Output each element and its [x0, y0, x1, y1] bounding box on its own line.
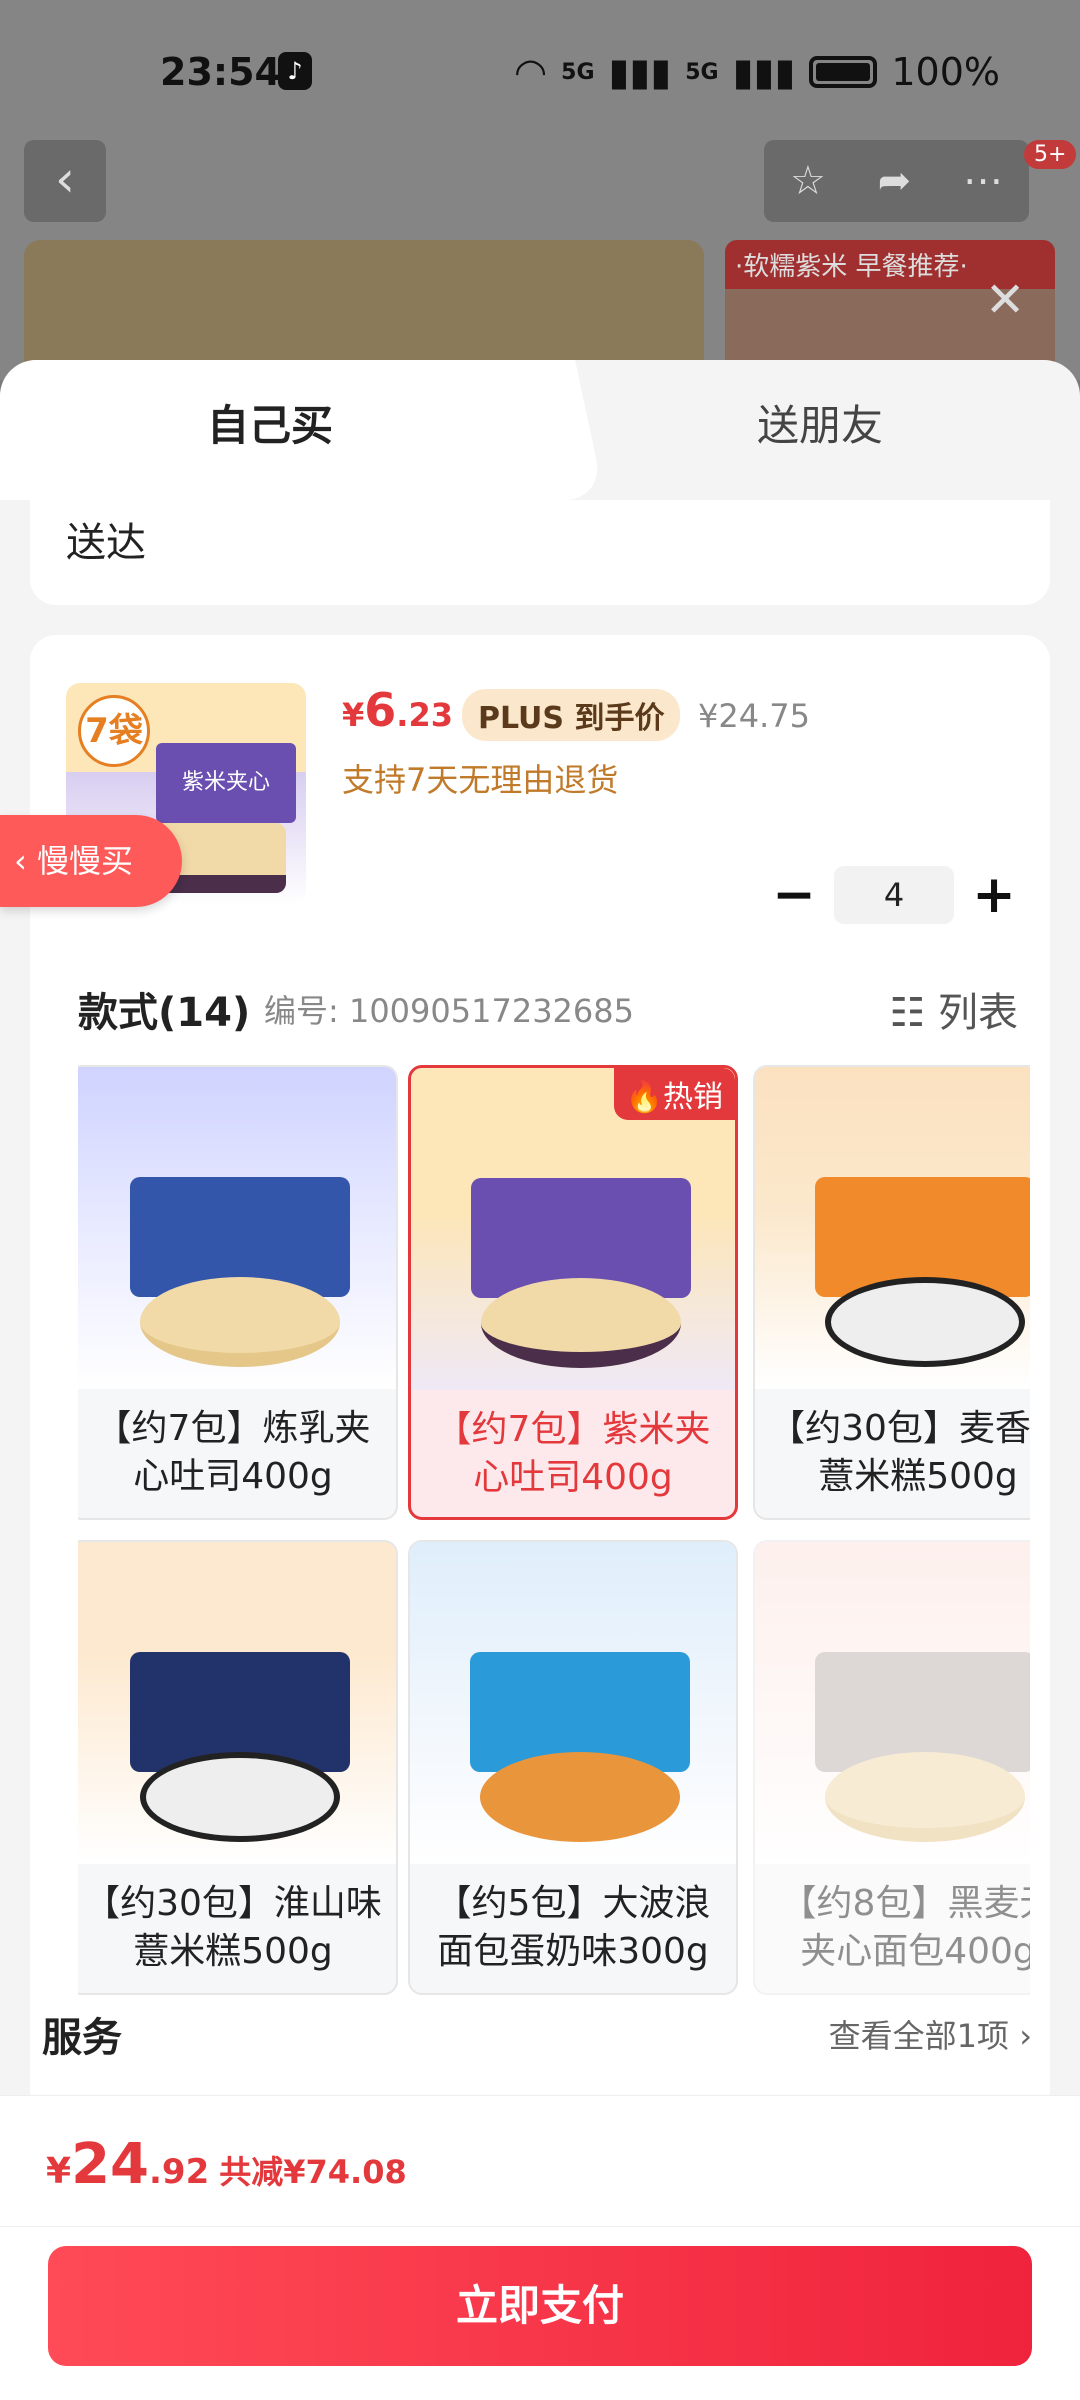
current-price: ¥6.23	[342, 683, 453, 737]
tab-gift-friend[interactable]: 送朋友	[560, 360, 1080, 500]
style-grid: 【约7包】炼乳夹心吐司400g 🔥热销 【约7包】紫米夹心吐司400g 【约30…	[78, 1065, 1030, 2015]
slow-buy-label: 慢慢买	[36, 842, 133, 880]
total-symbol: ¥	[46, 2151, 72, 2192]
product-box: 紫米夹心	[156, 743, 296, 823]
style-item-selected[interactable]: 🔥热销 【约7包】紫米夹心吐司400g	[408, 1065, 738, 1520]
product-code: 编号: 10090517232685	[264, 992, 634, 1030]
style-item[interactable]: 【约5包】大波浪面包蛋奶味300g	[408, 1540, 738, 1995]
delivery-text: 送达	[66, 520, 146, 566]
battery-percent: 100%	[891, 50, 1000, 94]
style-item-label: 【约7包】炼乳夹心吐司400g	[95, 1408, 371, 1497]
purchase-sheet: 自己买 送朋友 送达 7袋 紫米夹心 ¥6.23 PLUS 到手价 ¥24.75…	[0, 360, 1080, 2400]
share-icon[interactable]: ➦	[878, 158, 912, 204]
food-image	[140, 1752, 340, 1842]
style-item-label: 【约30包】淮山味薏米糕500g	[84, 1883, 382, 1972]
quantity-stepper: − 4 +	[770, 865, 1018, 925]
back-button[interactable]: ‹	[24, 140, 106, 222]
style-item-image	[755, 1542, 1030, 1864]
signal-bars-icon-2: ▮▮▮	[732, 50, 796, 94]
food-image	[480, 1752, 680, 1842]
status-bar: 23:54 ♪ ◠ 5G ▮▮▮ 5G ▮▮▮ 100%	[0, 0, 1080, 140]
style-title: 款式(14)	[78, 990, 251, 1036]
style-item-image	[78, 1542, 396, 1864]
tab-buy-self-label: 自己买	[206, 401, 333, 450]
services-more[interactable]: 查看全部1项 ›	[829, 2011, 1032, 2057]
style-item-image	[755, 1067, 1030, 1389]
price-symbol: ¥	[342, 696, 365, 734]
total-decimal: .92	[149, 2152, 210, 2192]
status-icons: ◠ 5G ▮▮▮ 5G ▮▮▮ 100%	[514, 50, 1000, 94]
list-view-button[interactable]: ☷ 列表	[889, 980, 1018, 1038]
pack-count-badge: 7袋	[78, 695, 150, 767]
price-integer: 6	[364, 683, 397, 737]
quantity-input[interactable]: 4	[834, 866, 954, 924]
services-label: 服务	[42, 2015, 122, 2061]
style-header: 款式(14) 编号: 10090517232685 ☷ 列表	[78, 980, 1018, 1040]
hot-sale-badge: 🔥热销	[613, 1068, 735, 1120]
tab-gift-friend-label: 送朋友	[756, 401, 883, 450]
slow-buy-button[interactable]: ‹ 慢慢买	[0, 815, 182, 907]
close-icon[interactable]: ✕	[985, 272, 1025, 328]
checkout-bar: ¥24.92 共减¥74.08 立即支付	[0, 2095, 1080, 2400]
wifi-icon: ◠	[513, 50, 548, 94]
divider	[0, 2226, 1080, 2227]
style-item-image	[78, 1067, 396, 1389]
style-item-label: 【约7包】紫米夹心吐司400g	[435, 1409, 711, 1498]
product-card: 7袋 紫米夹心 ¥6.23 PLUS 到手价 ¥24.75 支持7天无理由退货 …	[30, 635, 1050, 2115]
fire-icon: 🔥	[625, 1080, 663, 1115]
list-icon: ☷	[889, 990, 926, 1036]
style-item[interactable]: 【约30包】淮山味薏米糕500g	[78, 1540, 398, 1995]
signal-5g-2: 5G	[685, 59, 719, 85]
style-item-unavailable[interactable]: 【约8包】黑麦无夹心面包400g	[753, 1540, 1030, 1995]
food-image	[481, 1278, 681, 1368]
increase-button[interactable]: +	[970, 865, 1018, 925]
decrease-button[interactable]: −	[770, 865, 818, 925]
food-image	[825, 1277, 1025, 1367]
style-item[interactable]: 【约30包】麦香味薏米糕500g	[753, 1065, 1030, 1520]
total-integer: 24	[71, 2132, 149, 2197]
chevron-left-icon: ‹	[55, 150, 75, 208]
star-icon[interactable]: ☆	[790, 158, 826, 204]
status-time: 23:54	[160, 50, 281, 94]
style-item-label: 【约8包】黑麦无夹心面包400g	[780, 1883, 1030, 1972]
services-row[interactable]: 服务 查看全部1项 ›	[42, 2005, 1032, 2065]
style-item-label: 【约30包】麦香味薏米糕500g	[769, 1408, 1030, 1497]
style-item-label: 【约5包】大波浪面包蛋奶味300g	[435, 1883, 711, 1972]
food-image	[825, 1752, 1025, 1842]
total-saving: 共减¥74.08	[219, 2153, 407, 2191]
style-item[interactable]: 【约7包】炼乳夹心吐司400g	[78, 1065, 398, 1520]
delivery-card: 送达	[30, 500, 1050, 605]
total-price: ¥24.92 共减¥74.08	[46, 2132, 407, 2197]
original-price: ¥24.75	[698, 697, 810, 735]
top-actions: ☆ ➦ ⋯	[764, 140, 1029, 222]
food-image	[140, 1277, 340, 1367]
plus-price-tag: PLUS 到手价	[462, 689, 681, 741]
signal-bars-icon: ▮▮▮	[608, 50, 672, 94]
price-decimal: .23	[396, 696, 453, 734]
message-badge: 5+	[1024, 140, 1077, 169]
style-item-image	[410, 1542, 736, 1864]
list-view-label: 列表	[938, 990, 1018, 1036]
pay-now-button[interactable]: 立即支付	[48, 2246, 1032, 2366]
tab-buy-self[interactable]: 自己买	[0, 360, 560, 500]
tab-bar: 自己买 送朋友	[0, 360, 1080, 500]
return-policy: 支持7天无理由退货	[342, 761, 619, 799]
hot-sale-label: 热销	[663, 1080, 723, 1115]
battery-icon	[809, 56, 878, 88]
signal-5g-1: 5G	[561, 59, 595, 85]
tiktok-icon: ♪	[278, 52, 312, 90]
more-icon[interactable]: ⋯	[963, 158, 1003, 204]
chevron-left-icon: ‹	[14, 842, 37, 880]
